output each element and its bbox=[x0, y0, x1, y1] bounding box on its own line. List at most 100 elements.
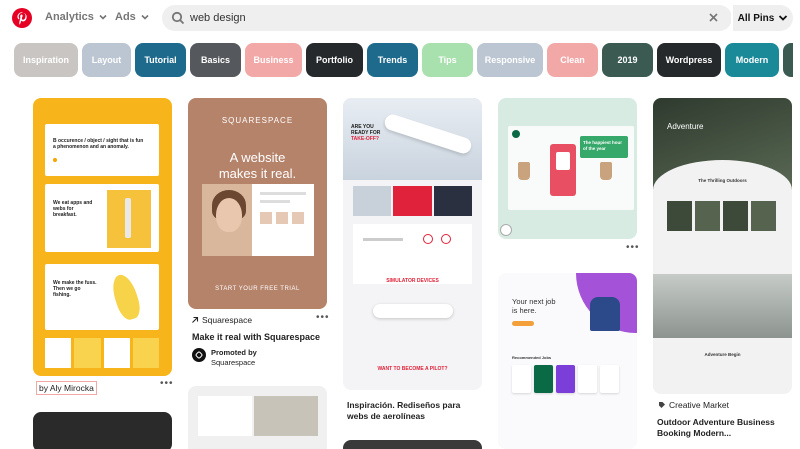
chip-layout[interactable]: Layout bbox=[82, 43, 131, 77]
pin-card-partial[interactable] bbox=[188, 386, 327, 449]
pin-card-squarespace-ad[interactable]: SQUARESPACE A website makes it real. STA… bbox=[188, 98, 327, 309]
activity-grid bbox=[667, 201, 776, 231]
chevron-down-icon bbox=[779, 15, 788, 21]
advertiser-avatar[interactable] bbox=[192, 348, 206, 362]
ad-headline-line2: makes it real. bbox=[218, 166, 297, 181]
arrow-up-right-icon bbox=[192, 316, 199, 323]
chip-label: Responsive bbox=[484, 55, 536, 65]
chip-label: Modern bbox=[735, 55, 769, 65]
image-band bbox=[353, 186, 472, 216]
chip-wordpress[interactable]: Wordpress bbox=[657, 43, 721, 77]
pin-author[interactable]: by Aly Mirocka bbox=[36, 381, 97, 395]
dot bbox=[53, 158, 57, 162]
chip-label: Portfolio bbox=[316, 55, 353, 65]
airplane-illustration bbox=[382, 112, 474, 156]
nav-ads[interactable]: Ads bbox=[115, 11, 150, 23]
jobs-headline-line2: is here. bbox=[512, 306, 537, 315]
search-input[interactable] bbox=[190, 9, 690, 27]
search-scope-dropdown[interactable]: All Pins bbox=[733, 5, 793, 31]
hero-section: ARE YOU READY FOR TAKE-OFF? bbox=[343, 98, 482, 180]
more-options-icon[interactable]: ••• bbox=[160, 378, 174, 389]
jobs-headline-line1: Your next job bbox=[512, 297, 556, 306]
mockup-panel: We make the fuss. Then we go fishing. bbox=[45, 264, 159, 330]
chip-responsive[interactable]: Responsive bbox=[477, 43, 543, 77]
mockup-text: a phenomenon and an anomaly. bbox=[53, 144, 129, 150]
chip-business[interactable]: Business bbox=[245, 43, 302, 77]
pin-card-coffee-webdesign[interactable]: The happiest hour of the year bbox=[498, 98, 637, 239]
badge-icon bbox=[500, 224, 512, 236]
pin-title-line1[interactable]: Inspiración. Rediseños para bbox=[347, 400, 460, 410]
pin-source[interactable]: Creative Market bbox=[658, 400, 729, 410]
guide-chips: Inspiration Layout Tutorial Basics Busin… bbox=[14, 43, 793, 77]
pin-card-airline-webdesign[interactable]: ARE YOU READY FOR TAKE-OFF? SIMULATOR DE… bbox=[343, 98, 482, 390]
chip-basics[interactable]: Basics bbox=[190, 43, 241, 77]
promo-heading-line2: of the year bbox=[583, 146, 606, 151]
chip-clean[interactable]: Clean bbox=[547, 43, 598, 77]
more-options-icon[interactable]: ••• bbox=[626, 242, 640, 253]
chip-label: Layout bbox=[91, 55, 122, 65]
pin-title[interactable]: Make it real with Squarespace bbox=[192, 332, 320, 342]
pinterest-logo-icon[interactable] bbox=[12, 8, 32, 28]
pin-card-partial[interactable] bbox=[33, 412, 172, 449]
nav-analytics[interactable]: Analytics bbox=[45, 11, 108, 23]
brand-name: SQUARESPACE bbox=[221, 116, 294, 125]
content-block bbox=[353, 224, 472, 284]
site-preview bbox=[202, 184, 314, 256]
misty-landscape bbox=[653, 274, 792, 338]
chip-inspiration[interactable]: Inspiration bbox=[14, 43, 78, 77]
chip-label: Tutorial bbox=[144, 55, 177, 65]
mockup-panel: B occurence / object / sight that is fun… bbox=[45, 124, 159, 176]
chip-2019[interactable]: 2019 bbox=[602, 43, 653, 77]
promoted-label: Promoted by bbox=[211, 348, 257, 357]
top-bar: Analytics Ads All Pins bbox=[0, 0, 800, 36]
clear-search-icon[interactable] bbox=[708, 12, 719, 23]
mockup-text: We make the fuss. Then we go fishing. bbox=[53, 280, 97, 298]
chevron-down-icon bbox=[99, 14, 107, 20]
ad-headline: A website makes it real. bbox=[188, 150, 327, 182]
mockup-thumbnails bbox=[45, 338, 159, 368]
chip-label: 2019 bbox=[617, 55, 638, 65]
chip-label: Basics bbox=[200, 55, 231, 65]
mockup-text: We eat apps and webs for breakfast. bbox=[53, 200, 93, 218]
chip-label: Business bbox=[253, 55, 294, 65]
search-icon bbox=[171, 11, 185, 25]
pin-domain[interactable]: Squarespace bbox=[191, 315, 252, 325]
chip-overflow[interactable] bbox=[783, 43, 793, 77]
section-title: Recommended Jobs bbox=[512, 355, 552, 360]
phone-mockup bbox=[550, 144, 576, 196]
pin-card-partial[interactable] bbox=[343, 440, 482, 449]
pin-card-yellow-webdesign[interactable]: B occurence / object / sight that is fun… bbox=[33, 98, 172, 376]
chip-modern[interactable]: Modern bbox=[725, 43, 779, 77]
banana-illustration bbox=[108, 271, 144, 323]
chip-trends[interactable]: Trends bbox=[367, 43, 418, 77]
chip-label: Inspiration bbox=[22, 55, 69, 65]
promo-box: The happiest hour of the year bbox=[580, 136, 628, 158]
chip-label: Wordpress bbox=[665, 55, 713, 65]
tag-icon bbox=[659, 402, 665, 408]
jobs-headline: Your next job is here. bbox=[512, 297, 556, 315]
pin-title-line2[interactable]: Booking Modern... bbox=[657, 428, 731, 438]
pin-domain-label: Squarespace bbox=[202, 315, 253, 325]
search-scope-label: All Pins bbox=[737, 12, 775, 24]
hero-line: TAKE-OFF? bbox=[351, 136, 379, 142]
promoted-by[interactable]: Squarespace bbox=[211, 358, 255, 367]
chevron-down-icon bbox=[141, 14, 149, 20]
pin-title-line2[interactable]: webs de aerolíneas bbox=[347, 411, 425, 421]
more-options-icon[interactable]: ••• bbox=[316, 312, 330, 323]
section-subtitle: The Thrilling Outdoors bbox=[698, 178, 747, 183]
pin-title-line1[interactable]: Outdoor Adventure Business bbox=[657, 417, 775, 427]
person-illustration bbox=[590, 297, 620, 331]
hero-title: Adventure bbox=[667, 122, 704, 131]
ad-cta[interactable]: START YOUR FREE TRIAL bbox=[188, 286, 327, 292]
pin-card-adventure-webdesign[interactable]: Adventure The Thrilling Outdoors Adventu… bbox=[653, 98, 792, 394]
chip-label: Trends bbox=[377, 55, 408, 65]
search-bar bbox=[162, 5, 732, 31]
chip-portfolio[interactable]: Portfolio bbox=[306, 43, 363, 77]
model-photo bbox=[202, 184, 252, 256]
airplane-illustration bbox=[373, 304, 453, 318]
cta-banner: WANT TO BECOME A PILOT? bbox=[377, 366, 448, 372]
chip-tutorial[interactable]: Tutorial bbox=[135, 43, 186, 77]
nav-analytics-label: Analytics bbox=[45, 11, 94, 23]
chip-tips[interactable]: Tips bbox=[422, 43, 473, 77]
pin-card-jobs-webdesign[interactable]: Your next job is here. Recommended Jobs bbox=[498, 273, 637, 449]
